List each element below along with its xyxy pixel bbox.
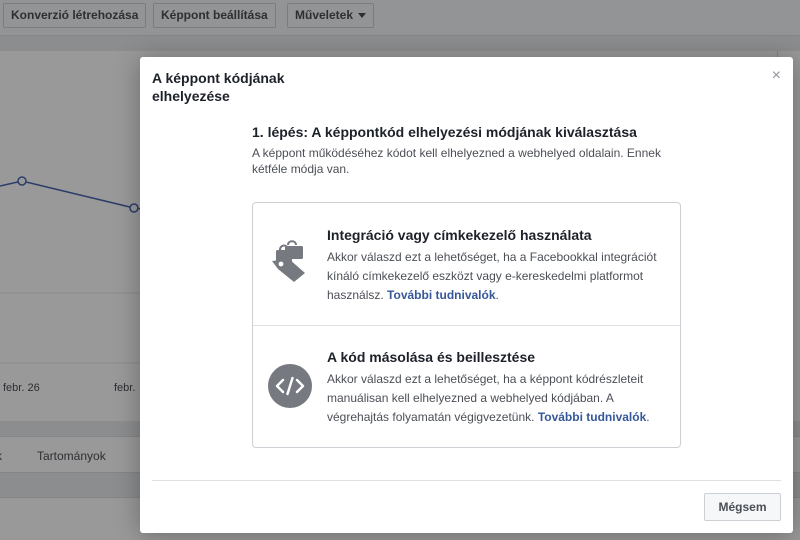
option-description: Akkor válaszd ezt a lehetőséget, ha a ké… xyxy=(327,372,650,424)
option-title: A kód másolása és beillesztése xyxy=(327,349,536,365)
footer-divider xyxy=(152,480,781,481)
option-description: Akkor válaszd ezt a lehetőséget, ha a Fa… xyxy=(327,250,657,302)
dialog-title: A képpont kódjának elhelyezése xyxy=(152,70,285,104)
code-icon xyxy=(268,364,312,408)
option-integration[interactable]: Integráció vagy címkekezelő használata A… xyxy=(253,203,680,325)
cancel-button[interactable]: Mégsem xyxy=(704,493,781,521)
learn-more-link[interactable]: További tudnivalók xyxy=(538,410,646,424)
step-title: 1. lépés: A képpontkód elhelyezési módjá… xyxy=(252,124,637,140)
close-icon[interactable]: × xyxy=(772,67,781,85)
option-title: Integráció vagy címkekezelő használata xyxy=(327,227,592,243)
pixel-placement-dialog: A képpont kódjának elhelyezése × 1. lépé… xyxy=(140,57,793,533)
shopping-bag-tag-icon xyxy=(272,240,305,282)
option-copy-paste-code[interactable]: A kód másolása és beillesztése Akkor vál… xyxy=(253,326,680,448)
placement-options: Integráció vagy címkekezelő használata A… xyxy=(252,202,681,448)
step-description: A képpont működéséhez kódot kell elhelye… xyxy=(252,146,661,176)
learn-more-link[interactable]: További tudnivalók xyxy=(387,288,495,302)
